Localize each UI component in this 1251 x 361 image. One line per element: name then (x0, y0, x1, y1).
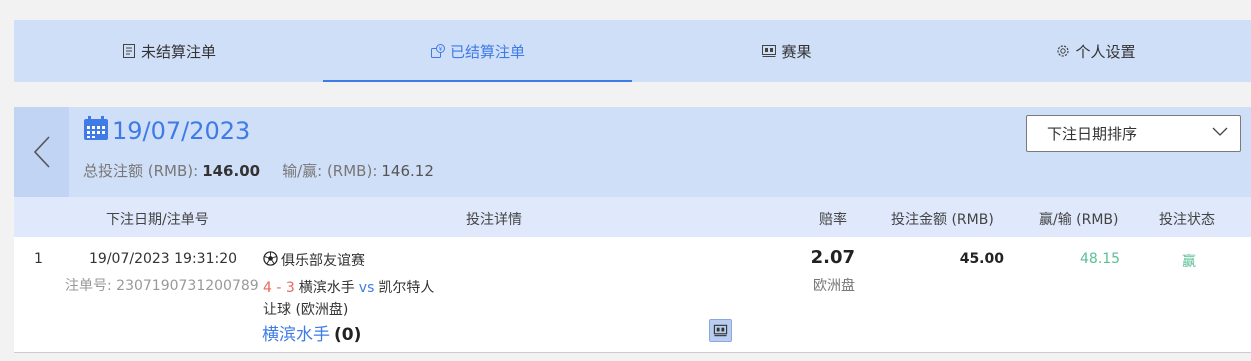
total-stake-value: 146.00 (202, 162, 261, 180)
vs-label: vs (358, 280, 375, 296)
gear-icon (1055, 43, 1071, 59)
total-stake-label: 总投注额 (RMB): (83, 162, 199, 180)
sort-select[interactable]: 下注日期排序 (1026, 115, 1241, 152)
bet-datetime: 19/07/2023 19:31:20 (89, 251, 238, 267)
chevron-down-icon (1212, 127, 1228, 136)
odds-value: 2.07 (810, 247, 855, 268)
summary-line: 总投注额 (RMB): 146.00 输/赢: (RMB): 146.12 (83, 160, 434, 181)
page-title: 19/07/2023 (83, 115, 250, 147)
tab-label: 已结算注单 (449, 42, 525, 61)
back-button[interactable] (14, 107, 69, 197)
view-result-button[interactable] (709, 319, 732, 342)
tab-label: 未结算注单 (140, 42, 216, 61)
column-status: 投注状态 (1159, 212, 1215, 228)
row-index: 1 (34, 251, 43, 267)
table-row: 1 19/07/2023 19:31:20 注单号: 2307190731200… (14, 237, 1251, 353)
selected-date: 19/07/2023 (112, 117, 251, 145)
date-summary-panel: 19/07/2023 总投注额 (RMB): 146.00 输/赢: (RMB): 1… (14, 107, 1251, 197)
winloss-value: 146.12 (381, 162, 434, 180)
column-odds: 赔率 (819, 212, 847, 228)
soccer-ball-icon (263, 250, 278, 270)
match-score: 4 - 3 (263, 280, 295, 296)
winloss-label: 输/赢: (RMB): (282, 162, 378, 180)
tab-personal-settings[interactable]: 个人设置 (941, 20, 1250, 82)
sort-selected-value: 下注日期排序 (1047, 125, 1138, 143)
bet-selection: 横滨水手 (0) (262, 320, 361, 345)
tab-unsettled-bets[interactable]: 未结算注单 (14, 20, 323, 82)
match-line: 4 - 3 横滨水手 vs 凯尔特人 (263, 277, 434, 297)
calendar-icon (83, 115, 109, 147)
table-header: 下注日期/注单号 投注详情 赔率 投注金额 (RMB) 赢/输 (RMB) 投注… (14, 197, 1251, 237)
stake-amount: 45.00 (959, 251, 1004, 267)
scoreboard-icon (761, 43, 777, 59)
odds-type: 欧洲盘 (813, 278, 855, 294)
coin-settled-icon: ¥ (430, 43, 446, 59)
document-list-icon (121, 43, 137, 59)
bet-tabs: 未结算注单 ¥ 已结算注单 赛果 个人设置 (14, 20, 1251, 82)
svg-text:¥: ¥ (439, 46, 443, 53)
tab-label: 赛果 (781, 42, 812, 61)
column-date-ticket: 下注日期/注单号 (106, 212, 209, 228)
away-team: 凯尔特人 (378, 280, 435, 296)
chevron-left-icon (33, 136, 50, 168)
tab-results[interactable]: 赛果 (632, 20, 941, 82)
ticket-number: 注单号: 2307190731200789 (65, 278, 259, 294)
bet-market: 让球 (欧洲盘) (263, 302, 349, 318)
selection-team: 横滨水手 (262, 325, 330, 345)
home-team: 横滨水手 (298, 280, 355, 296)
bet-status: 赢 (1182, 254, 1196, 270)
league-label: 俱乐部友谊赛 (281, 253, 365, 269)
column-details: 投注详情 (466, 212, 522, 228)
column-winloss: 赢/输 (RMB) (1039, 212, 1119, 228)
column-amount: 投注金额 (RMB) (891, 212, 994, 228)
tab-label: 个人设置 (1075, 42, 1136, 61)
scoreboard-icon (713, 324, 728, 337)
tab-settled-bets[interactable]: ¥ 已结算注单 (323, 20, 632, 82)
league-name: 俱乐部友谊赛 (263, 250, 365, 270)
winloss-amount: 48.15 (1080, 251, 1121, 267)
selection-handicap: (0) (334, 325, 362, 345)
